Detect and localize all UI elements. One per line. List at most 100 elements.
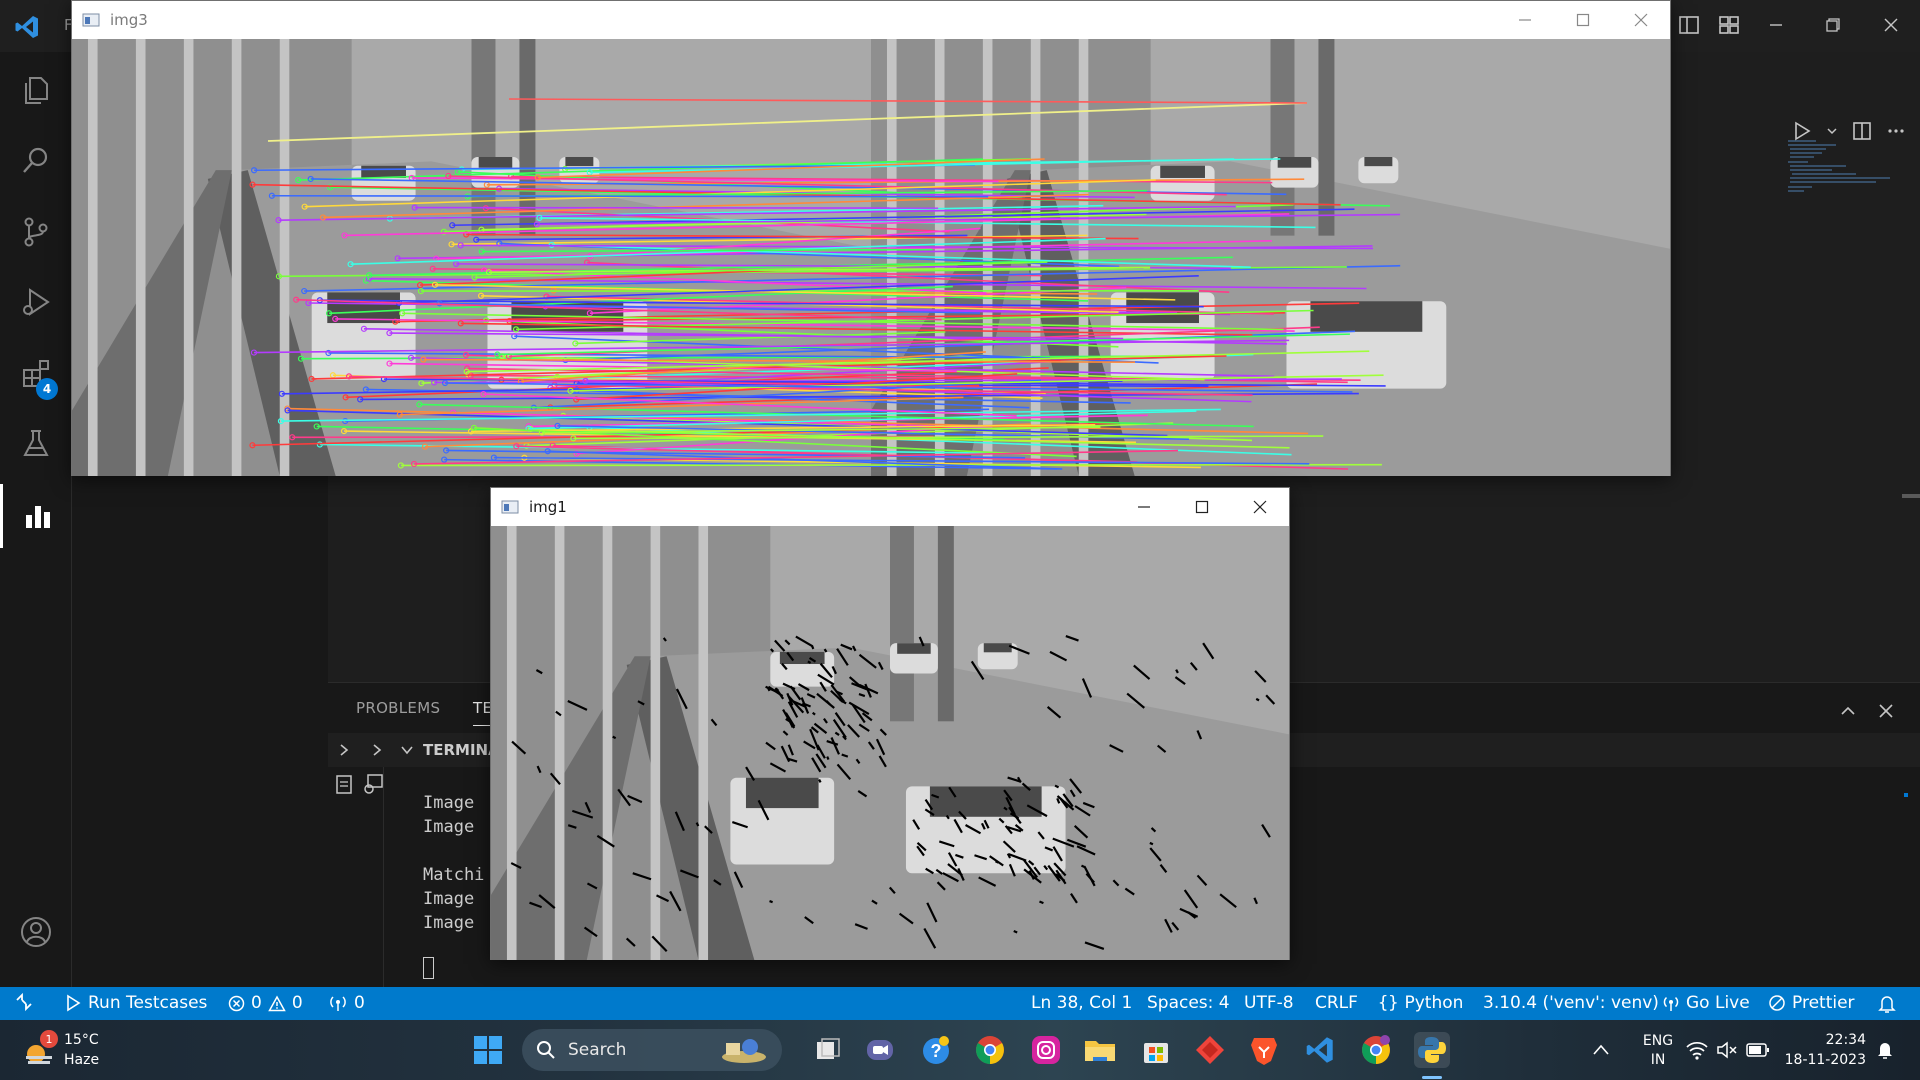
weather-temp: 15°C: [64, 1032, 99, 1048]
windows-icon: [474, 1036, 502, 1064]
encoding[interactable]: UTF-8: [1244, 993, 1294, 1013]
bridge-cable: [87, 39, 98, 476]
weather-widget[interactable]: 1 15°C Haze: [22, 1030, 142, 1072]
weather-badge: 1: [40, 1030, 58, 1048]
python-app-button[interactable]: [1414, 1032, 1450, 1068]
bridge-cable: [1030, 39, 1041, 476]
remote-button[interactable]: [14, 992, 34, 1012]
task-view-button[interactable]: [810, 1032, 846, 1068]
car-window: [361, 165, 406, 178]
img3-title-bar[interactable]: img3: [72, 1, 1670, 39]
close-icon: [1634, 13, 1648, 27]
minimap: [1788, 140, 1890, 192]
explorer-button[interactable]: [0, 58, 72, 122]
chevron-right-icon[interactable]: [337, 743, 351, 757]
file-explorer-button[interactable]: [1082, 1032, 1118, 1068]
region-code: IN: [1650, 1052, 1666, 1068]
clock[interactable]: 22:34 18-11-2023: [1782, 1030, 1866, 1070]
img1-maximize-button[interactable]: [1173, 488, 1231, 526]
start-button[interactable]: [470, 1032, 506, 1068]
cursor-position[interactable]: Ln 38, Col 1: [1031, 993, 1132, 1013]
store-button[interactable]: [1138, 1032, 1174, 1068]
taskbar: 1 15°C Haze Search ? ENG IN 22:34 18-11-…: [0, 1020, 1920, 1080]
prettier-button[interactable]: Prettier: [1768, 993, 1855, 1013]
terminal-cursor: [423, 957, 434, 979]
tower-column: [937, 526, 954, 722]
flow-vector: [995, 860, 999, 864]
terminal-line: Image: [423, 913, 475, 933]
prettier-icon: [1769, 995, 1785, 1011]
flow-vector: [1039, 900, 1044, 905]
minimize-icon: [1138, 506, 1150, 508]
img1-close-button[interactable]: [1231, 488, 1289, 526]
debug-console-icon[interactable]: [362, 773, 384, 795]
python-interpreter[interactable]: 3.10.4 ('venv': venv): [1483, 993, 1659, 1013]
anydesk-button[interactable]: [1192, 1032, 1228, 1068]
chevron-down-icon[interactable]: [1826, 125, 1838, 137]
run-debug-button[interactable]: [0, 270, 72, 334]
terminal-section-title[interactable]: TERMINA: [423, 741, 500, 759]
img3-minimize-button[interactable]: [1496, 1, 1554, 39]
status-bar: Run Testcases 0 0 0 Ln 38, Col 1 Spaces:…: [0, 987, 1920, 1020]
clipboard-icon[interactable]: [334, 773, 354, 795]
notifications-bell-icon[interactable]: [1878, 994, 1896, 1014]
accounts-button[interactable]: [0, 900, 72, 964]
language-indicator[interactable]: ENG IN: [1636, 1032, 1680, 1072]
search-button[interactable]: [0, 128, 72, 192]
close-icon[interactable]: [1883, 17, 1899, 33]
match-line: [400, 463, 1382, 467]
brave-button[interactable]: [1246, 1032, 1282, 1068]
customize-layout-icon[interactable]: [1718, 14, 1740, 36]
toggle-panel-icon[interactable]: [1678, 14, 1700, 36]
source-control-icon: [24, 217, 48, 247]
close-icon: [1253, 500, 1267, 514]
img3-maximize-button[interactable]: [1554, 1, 1612, 39]
restore-icon[interactable]: [1825, 17, 1841, 33]
bridge-cable: [183, 39, 194, 476]
img1-title-bar[interactable]: img1: [491, 488, 1289, 526]
run-testcases-button[interactable]: Run Testcases: [64, 993, 207, 1013]
search-highlight-icon: [722, 1039, 766, 1063]
problems-status[interactable]: 0 0: [228, 993, 303, 1013]
instagram-icon: [1032, 1036, 1060, 1064]
maximize-panel-icon[interactable]: [1840, 703, 1856, 719]
language-mode[interactable]: {} Python: [1378, 993, 1463, 1013]
search-icon: [23, 147, 48, 173]
testing-button[interactable]: [0, 412, 72, 476]
chrome-button[interactable]: [972, 1032, 1008, 1068]
terminal-line: Image: [423, 889, 475, 909]
flow-vector: [818, 779, 822, 783]
ports-status[interactable]: 0: [328, 993, 365, 1013]
instagram-button[interactable]: [1028, 1032, 1064, 1068]
language-code: ENG: [1642, 1033, 1674, 1049]
extensions-button[interactable]: 4: [0, 342, 72, 406]
braces-icon: {}: [1378, 993, 1399, 1013]
volume-muted-icon[interactable]: [1716, 1040, 1738, 1060]
chevron-down-icon[interactable]: [400, 743, 414, 757]
wifi-icon[interactable]: [1686, 1040, 1708, 1060]
tab-problems[interactable]: PROBLEMS: [356, 699, 440, 717]
vscode-taskbar-button[interactable]: [1302, 1032, 1338, 1068]
img3-close-button[interactable]: [1612, 1, 1670, 39]
img1-window: img1: [490, 487, 1290, 960]
scrollbar[interactable]: [1902, 494, 1920, 498]
go-live-label: Go Live: [1686, 993, 1750, 1013]
battery-icon[interactable]: [1746, 1042, 1770, 1058]
chevron-up-icon[interactable]: [1592, 1042, 1610, 1058]
charts-button[interactable]: [0, 484, 72, 548]
teams-chat-button[interactable]: [862, 1032, 898, 1068]
indentation[interactable]: Spaces: 4: [1147, 993, 1230, 1013]
notifications-bell-icon[interactable]: [1876, 1040, 1894, 1060]
close-panel-icon[interactable]: [1878, 703, 1894, 719]
help-button[interactable]: ?: [918, 1032, 954, 1068]
img1-minimize-button[interactable]: [1115, 488, 1173, 526]
car-window: [745, 777, 819, 809]
go-live-button[interactable]: Go Live: [1662, 993, 1750, 1013]
taskbar-search[interactable]: Search: [522, 1029, 782, 1071]
end-of-line[interactable]: CRLF: [1315, 993, 1358, 1013]
chrome-profile-button[interactable]: [1358, 1032, 1394, 1068]
chevron-right-icon[interactable]: [370, 743, 384, 757]
source-control-button[interactable]: [0, 200, 72, 264]
optical-flow-image: [491, 526, 1289, 960]
minimize-icon[interactable]: [1768, 17, 1784, 33]
